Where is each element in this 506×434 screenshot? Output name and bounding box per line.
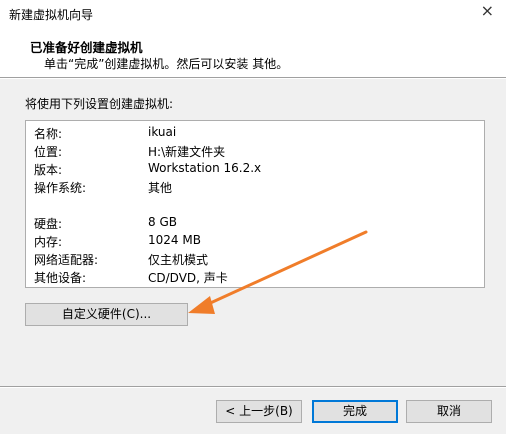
summary-row-devices: 其他设备: CD/DVD, 声卡 [26,269,484,287]
cancel-button[interactable]: 取消 [406,400,492,423]
finish-button[interactable]: 完成 [312,400,398,423]
summary-row-location: 位置: H:\新建文件夹 [26,143,484,161]
back-button[interactable]: < 上一步(B) [216,400,302,423]
wizard-footer: < 上一步(B) 完成 取消 [0,388,506,434]
summary-value: H:\新建文件夹 [148,145,226,159]
close-icon[interactable]: × [481,3,494,19]
window-title: 新建虚拟机向导 [9,8,94,22]
summary-value: ikuai [148,125,177,139]
summary-row-network: 网络适配器: 仅主机模式 [26,251,484,269]
summary-key: 版本: [34,163,63,177]
summary-value: 其他 [148,181,173,195]
summary-value: 1024 MB [148,233,201,247]
summary-key: 位置: [34,145,63,159]
summary-intro: 将使用下列设置创建虚拟机: [25,97,174,111]
summary-key: 其他设备: [34,271,87,285]
summary-row-os: 操作系统: 其他 [26,179,484,197]
summary-key: 硬盘: [34,217,63,231]
wizard-content: 将使用下列设置创建虚拟机: 名称: ikuai 位置: H:\新建文件夹 版本:… [0,79,506,386]
summary-key: 操作系统: [34,181,87,195]
summary-value: 仅主机模式 [148,253,209,267]
summary-row-name: 名称: ikuai [26,125,484,143]
settings-summary-box[interactable]: 名称: ikuai 位置: H:\新建文件夹 版本: Workstation 1… [25,120,485,288]
header-title: 已准备好创建虚拟机 [30,40,143,55]
summary-key: 网络适配器: [34,253,99,267]
summary-row-memory: 内存: 1024 MB [26,233,484,251]
summary-key: 名称: [34,127,63,141]
header-subtitle: 单击“完成”创建虚拟机。然后可以安装 其他。 [44,57,289,71]
summary-row-disk: 硬盘: 8 GB [26,215,484,233]
summary-value: CD/DVD, 声卡 [148,271,228,285]
title-bar: 新建虚拟机向导 × [0,0,506,26]
summary-value: 8 GB [148,215,177,229]
wizard-header: 已准备好创建虚拟机 单击“完成”创建虚拟机。然后可以安装 其他。 [0,26,506,73]
customize-hardware-button[interactable]: 自定义硬件(C)... [25,303,188,326]
summary-row-version: 版本: Workstation 16.2.x [26,161,484,179]
summary-value: Workstation 16.2.x [148,161,262,175]
summary-key: 内存: [34,235,63,249]
